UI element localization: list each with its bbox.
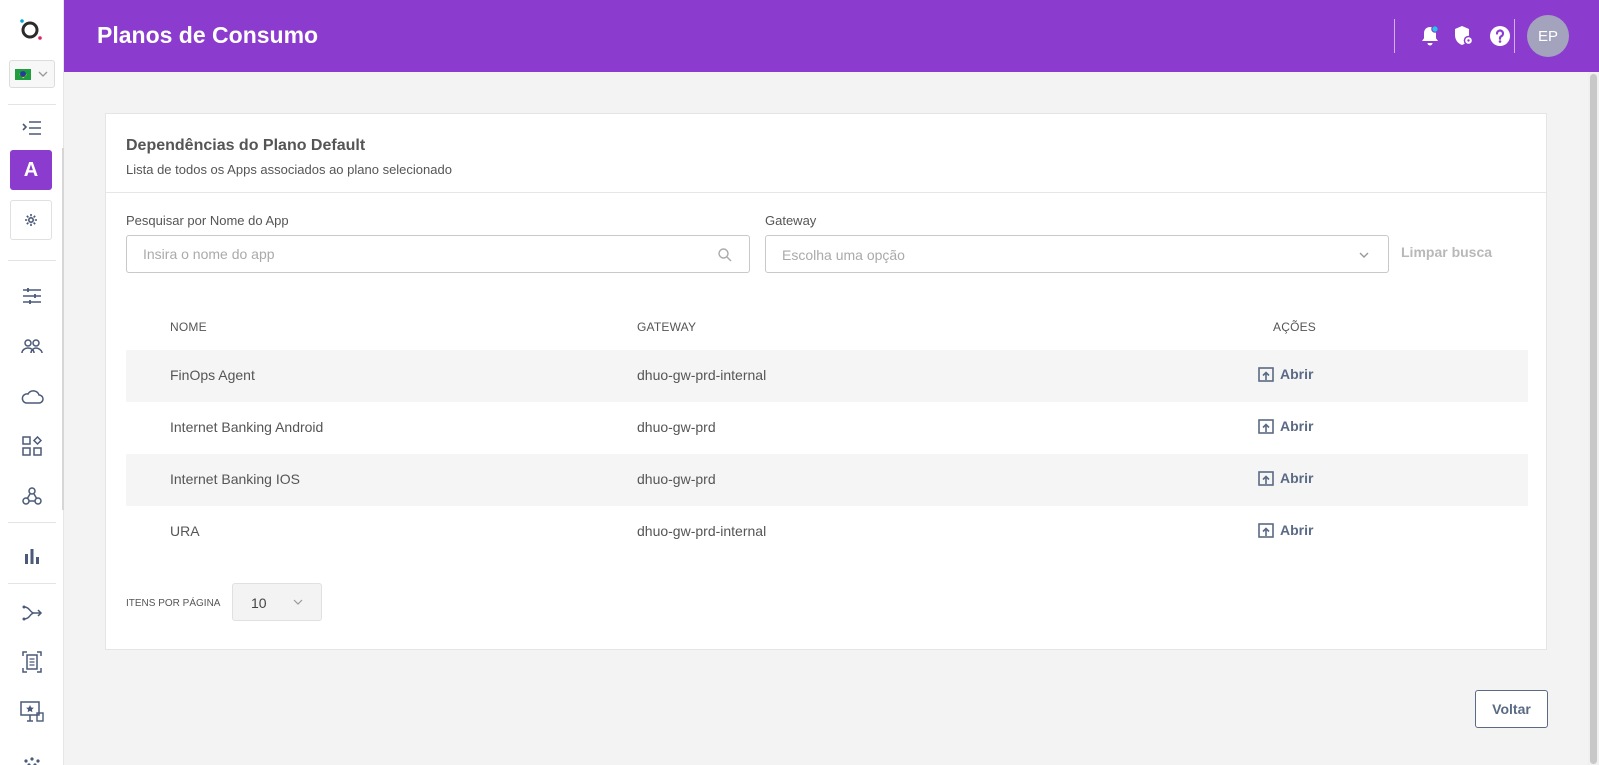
sidebar-scrollbar[interactable] — [62, 148, 64, 510]
app-gateway: dhuo-gw-prd — [637, 471, 716, 487]
brazil-flag-icon — [15, 68, 31, 80]
help-icon[interactable] — [1488, 24, 1512, 48]
column-header-nome: NOME — [170, 320, 207, 334]
app-name: Internet Banking Android — [170, 419, 324, 435]
items-per-page-select[interactable]: 10 — [232, 583, 322, 621]
menu-expand-icon[interactable] — [16, 112, 48, 144]
items-per-page-label: ITENS POR PÁGINA — [126, 598, 221, 609]
sliders-icon[interactable] — [16, 280, 48, 312]
apps-grid-icon[interactable] — [16, 430, 48, 462]
app-gateway: dhuo-gw-prd — [637, 419, 716, 435]
gateway-label: Gateway — [765, 213, 817, 228]
app-name: Internet Banking IOS — [170, 471, 300, 487]
app-gateway: dhuo-gw-prd-internal — [637, 523, 767, 539]
open-in-icon — [1258, 366, 1274, 382]
open-button-label: Abrir — [1280, 522, 1314, 538]
chevron-down-icon — [1359, 252, 1369, 258]
cloud-icon[interactable] — [16, 380, 48, 412]
search-input[interactable] — [127, 236, 687, 272]
app-gateway: dhuo-gw-prd-internal — [637, 367, 767, 383]
search-icon — [718, 248, 732, 262]
sidebar-divider — [8, 522, 56, 523]
table-row: FinOps Agent dhuo-gw-prd-internal Abrir — [126, 350, 1528, 402]
open-button-label: Abrir — [1280, 470, 1314, 486]
sidebar-divider — [8, 260, 56, 261]
page-title: Planos de Consumo — [97, 22, 319, 48]
top-header: Planos de Consumo EP — [64, 0, 1599, 72]
table-row: Internet Banking Android dhuo-gw-prd Abr… — [126, 402, 1528, 454]
chevron-down-icon — [38, 71, 48, 77]
back-button[interactable]: Voltar — [1475, 690, 1548, 728]
users-icon[interactable] — [16, 330, 48, 362]
dependencies-card: Dependências do Plano Default Lista de t… — [105, 113, 1547, 650]
page-scrollbar[interactable] — [1588, 72, 1599, 765]
sidebar-divider — [8, 104, 56, 105]
shield-settings-icon[interactable] — [1452, 24, 1476, 48]
avatar[interactable]: EP — [1527, 15, 1569, 57]
open-in-icon — [1258, 470, 1274, 486]
open-button[interactable]: Abrir — [1258, 522, 1313, 538]
table-body: FinOps Agent dhuo-gw-prd-internal Abrir … — [126, 350, 1528, 558]
dots-icon[interactable] — [16, 745, 48, 765]
table-row: Internet Banking IOS dhuo-gw-prd Abrir — [126, 454, 1528, 506]
language-select[interactable] — [9, 60, 55, 88]
document-scan-icon[interactable] — [16, 646, 48, 678]
table-row: URA dhuo-gw-prd-internal Abrir — [126, 506, 1528, 558]
bell-icon[interactable] — [1418, 24, 1442, 48]
open-button[interactable]: Abrir — [1258, 470, 1313, 486]
open-button[interactable]: Abrir — [1258, 366, 1313, 382]
search-field[interactable] — [126, 235, 750, 273]
card-title: Dependências do Plano Default — [126, 137, 366, 154]
card-subtitle: Lista de todos os Apps associados ao pla… — [126, 162, 452, 177]
gateway-placeholder: Escolha uma opção — [782, 247, 905, 263]
app-name: URA — [170, 523, 200, 539]
chevron-down-icon — [293, 599, 303, 605]
search-label: Pesquisar por Nome do App — [126, 213, 289, 228]
scrollbar-thumb[interactable] — [1590, 74, 1597, 764]
open-in-icon — [1258, 522, 1274, 538]
column-header-acoes: AÇÕES — [1273, 320, 1317, 334]
header-divider — [1394, 19, 1395, 53]
gateway-select[interactable]: Escolha uma opção — [765, 235, 1389, 273]
app-name: FinOps Agent — [170, 367, 255, 383]
open-in-icon — [1258, 418, 1274, 434]
sidebar: A — [0, 0, 64, 765]
app-letter: A — [23, 158, 39, 181]
open-button[interactable]: Abrir — [1258, 418, 1313, 434]
column-header-gateway: GATEWAY — [637, 320, 697, 334]
open-button-label: Abrir — [1280, 366, 1314, 382]
webhook-icon[interactable] — [16, 480, 48, 512]
sidebar-divider — [8, 583, 56, 584]
header-divider — [1514, 19, 1515, 53]
card-divider — [106, 192, 1546, 193]
sidebar-item-app[interactable]: A — [10, 150, 52, 190]
flow-icon[interactable] — [16, 597, 48, 629]
clear-search-button[interactable]: Limpar busca — [1401, 244, 1492, 260]
gear-icon[interactable] — [10, 200, 52, 240]
logo-icon[interactable] — [18, 18, 46, 42]
bar-chart-icon[interactable] — [16, 540, 48, 572]
monitor-star-icon[interactable] — [16, 696, 48, 728]
items-per-page-value: 10 — [251, 595, 267, 611]
open-button-label: Abrir — [1280, 418, 1314, 434]
